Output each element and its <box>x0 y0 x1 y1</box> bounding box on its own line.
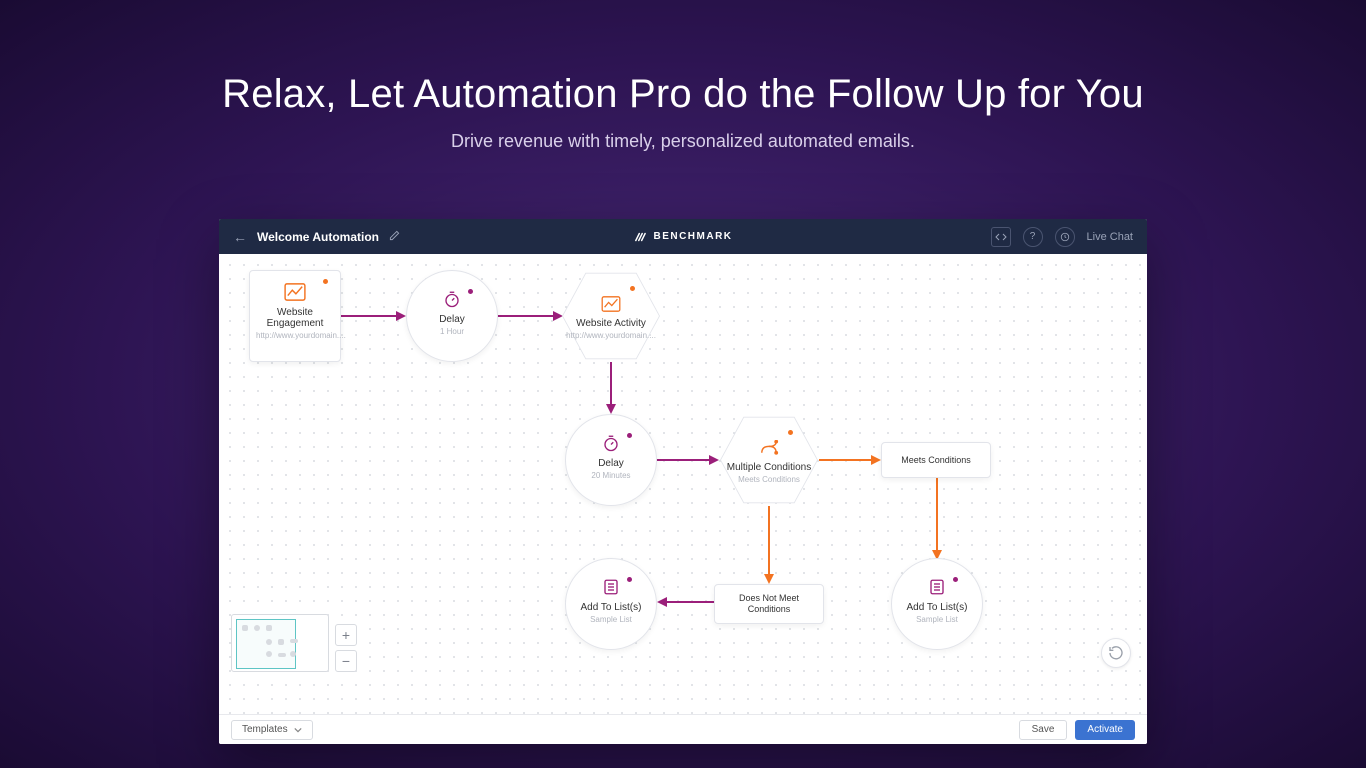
stopwatch-icon <box>602 434 620 452</box>
status-dot-icon <box>788 430 793 435</box>
node-title: Multiple Conditions <box>727 462 812 473</box>
activate-button[interactable]: Activate <box>1075 720 1135 740</box>
header-left: ← Welcome Automation <box>219 229 400 245</box>
benchmark-logo-icon <box>633 230 647 244</box>
node-title: Website Activity <box>576 318 646 329</box>
node-multiple-conditions[interactable]: Multiple Conditions Meets Conditions <box>719 414 819 506</box>
help-icon[interactable]: ? <box>1023 227 1043 247</box>
node-subtitle: Sample List <box>590 615 632 624</box>
templates-label: Templates <box>242 724 288 735</box>
zoom-out-button[interactable]: − <box>335 650 357 672</box>
status-dot-icon <box>630 286 635 291</box>
app-footer: Templates Save Activate <box>219 714 1147 744</box>
live-chat-link[interactable]: Live Chat <box>1087 231 1133 243</box>
connectors <box>219 254 1147 714</box>
save-button[interactable]: Save <box>1019 720 1068 740</box>
brand-logo: BENCHMARK <box>633 230 732 244</box>
stopwatch-icon <box>443 290 461 308</box>
chart-icon <box>284 283 306 301</box>
edit-pencil-icon[interactable] <box>389 230 400 244</box>
zoom-controls: + − <box>335 624 357 672</box>
app-window: ← Welcome Automation BENCHMARK ? Live Ch… <box>219 219 1147 744</box>
branch-icon <box>759 440 779 456</box>
node-subtitle: 20 Minutes <box>591 471 630 480</box>
hero-title: Relax, Let Automation Pro do the Follow … <box>0 0 1366 117</box>
node-title: Add To List(s) <box>581 602 642 613</box>
node-does-not-meet[interactable]: Does Not Meet Conditions <box>714 584 824 624</box>
hero-subtitle: Drive revenue with timely, personalized … <box>0 131 1366 152</box>
list-icon <box>602 578 620 596</box>
node-meets-conditions[interactable]: Meets Conditions <box>881 442 991 478</box>
node-title: Website Engagement <box>256 307 334 329</box>
code-icon[interactable] <box>991 227 1011 247</box>
back-arrow-icon[interactable]: ← <box>233 229 247 245</box>
automation-canvas[interactable]: Website Engagement http://www.yourdomain… <box>219 254 1147 714</box>
header-right: ? Live Chat <box>991 227 1147 247</box>
node-subtitle: Meets Conditions <box>738 475 800 484</box>
app-header: ← Welcome Automation BENCHMARK ? Live Ch… <box>219 219 1147 254</box>
node-website-engagement[interactable]: Website Engagement http://www.yourdomain… <box>249 270 341 362</box>
node-title: Meets Conditions <box>901 455 971 465</box>
status-dot-icon <box>468 289 473 294</box>
node-subtitle: Sample List <box>916 615 958 624</box>
node-add-to-list-2[interactable]: Add To List(s) Sample List <box>891 558 983 650</box>
zoom-in-button[interactable]: + <box>335 624 357 646</box>
history-icon[interactable] <box>1055 227 1075 247</box>
status-dot-icon <box>953 577 958 582</box>
automation-title: Welcome Automation <box>257 230 379 244</box>
node-subtitle: http://www.yourdomain.... <box>566 331 656 340</box>
node-title: Delay <box>598 458 624 469</box>
node-subtitle: http://www.yourdomain.... <box>256 331 334 340</box>
minimap-group: + − <box>231 614 357 672</box>
list-icon <box>928 578 946 596</box>
node-delay-2[interactable]: Delay 20 Minutes <box>565 414 657 506</box>
node-subtitle: 1 Hour <box>440 327 464 336</box>
node-title: Delay <box>439 314 465 325</box>
footer-right: Save Activate <box>1019 720 1135 740</box>
node-delay-1[interactable]: Delay 1 Hour <box>406 270 498 362</box>
node-title: Does Not Meet Conditions <box>719 593 819 615</box>
minimap[interactable] <box>231 614 329 672</box>
chevron-down-icon <box>294 726 302 734</box>
chart-icon <box>600 296 622 312</box>
status-dot-icon <box>627 433 632 438</box>
node-add-to-list-1[interactable]: Add To List(s) Sample List <box>565 558 657 650</box>
status-dot-icon <box>323 279 328 284</box>
status-dot-icon <box>627 577 632 582</box>
templates-dropdown[interactable]: Templates <box>231 720 313 740</box>
node-title: Add To List(s) <box>907 602 968 613</box>
brand-text: BENCHMARK <box>653 231 732 242</box>
node-website-activity[interactable]: Website Activity http://www.yourdomain..… <box>561 270 661 362</box>
undo-button[interactable] <box>1101 638 1131 668</box>
